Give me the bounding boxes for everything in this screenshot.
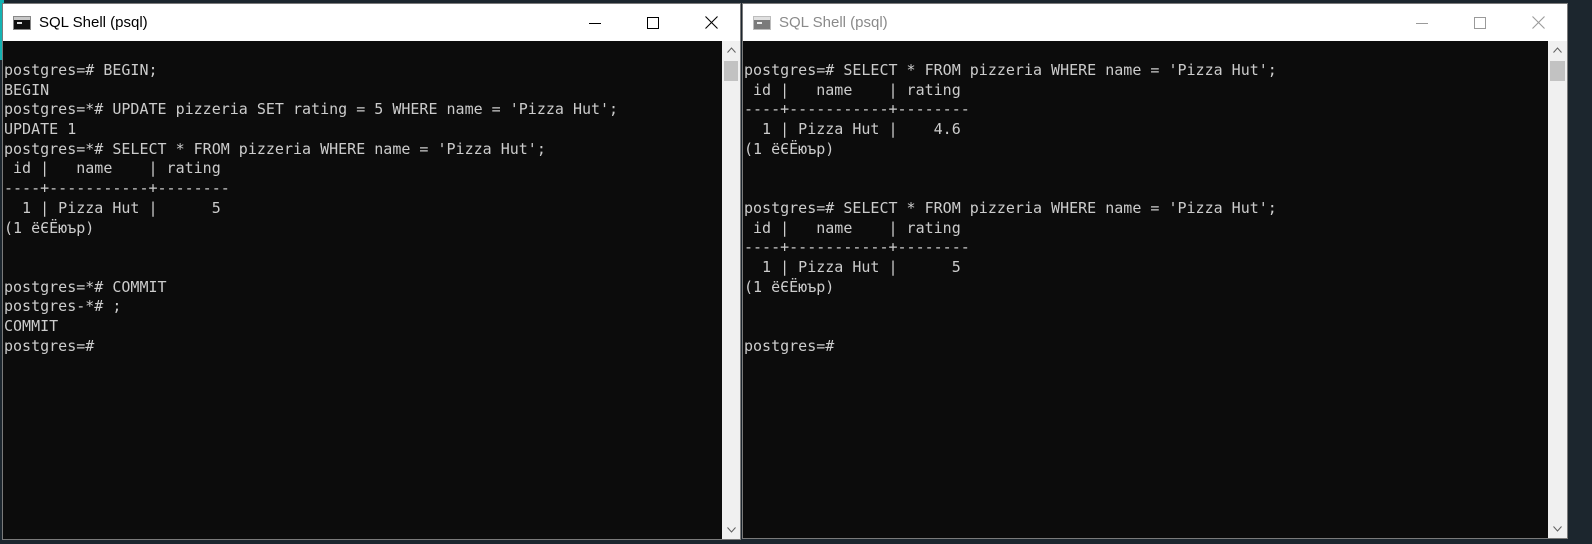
chevron-down-icon [726, 527, 736, 533]
close-icon [704, 16, 718, 29]
console-line: postgres=*# UPDATE pizzeria SET rating =… [4, 100, 619, 119]
psql-window-right[interactable]: SQL Shell (psql) postgres=# SELECT * FRO… [742, 3, 1568, 539]
console-line: id | name | rating [744, 218, 961, 237]
console-prompt-line[interactable]: postgres=# [4, 337, 722, 357]
console-line: COMMIT [4, 316, 59, 335]
scroll-up-button[interactable] [722, 41, 740, 59]
minimize-icon [589, 22, 601, 24]
console-output[interactable]: postgres=# BEGIN; BEGIN postgres=*# UPDATE… [3, 41, 722, 539]
close-icon [1531, 16, 1545, 29]
scroll-thumb[interactable] [724, 61, 738, 81]
maximize-button[interactable] [624, 4, 682, 41]
console-line: (1 ёЄЁюър) [4, 218, 95, 237]
minimize-button[interactable] [566, 4, 624, 41]
console-line: postgres=# SELECT * FROM pizzeria WHERE … [744, 61, 1277, 79]
close-button[interactable] [1509, 4, 1567, 41]
title-bar[interactable]: SQL Shell (psql) [3, 4, 740, 41]
console-line: postgres=# BEGIN; [4, 61, 158, 79]
console-line: postgres-*# ; [4, 297, 122, 316]
maximize-button[interactable] [1451, 4, 1509, 41]
console-app-icon[interactable] [753, 15, 771, 30]
console-line: UPDATE 1 [4, 120, 77, 139]
console-line: BEGIN [4, 80, 50, 99]
console-line: (1 ёЄЁюър) [744, 277, 835, 296]
maximize-icon [1474, 16, 1486, 29]
desktop: SQL Shell (psql) postgres=# BEGIN; BEGIN p… [0, 0, 1592, 544]
console-line: id | name | rating [4, 159, 221, 178]
minimize-button[interactable] [1393, 4, 1451, 41]
console-line: ----+-----------+-------- [744, 100, 970, 119]
console-line: id | name | rating [744, 80, 961, 99]
window-title: SQL Shell (psql) [39, 14, 148, 31]
console-line: postgres=*# COMMIT [4, 277, 167, 296]
scroll-up-button[interactable] [1548, 41, 1567, 59]
psql-window-left[interactable]: SQL Shell (psql) postgres=# BEGIN; BEGIN p… [2, 3, 741, 540]
console-line: 1 | Pizza Hut | 4.6 [744, 120, 961, 139]
console-line: 1 | Pizza Hut | 5 [744, 257, 961, 276]
chevron-up-icon [1553, 47, 1562, 53]
vertical-scrollbar[interactable] [1548, 41, 1567, 538]
maximize-icon [647, 16, 659, 29]
scroll-thumb[interactable] [1550, 61, 1565, 81]
console-line: 1 | Pizza Hut | 5 [4, 198, 221, 217]
scroll-down-button[interactable] [1548, 520, 1567, 538]
chevron-up-icon [726, 47, 736, 53]
close-button[interactable] [682, 4, 740, 41]
console-output[interactable]: postgres=# SELECT * FROM pizzeria WHERE … [743, 41, 1548, 538]
chevron-down-icon [1553, 526, 1562, 532]
console-line: postgres=*# SELECT * FROM pizzeria WHERE… [4, 139, 546, 158]
console-prompt-line[interactable]: postgres=# [744, 337, 1548, 357]
console-app-icon[interactable] [13, 15, 31, 30]
scroll-down-button[interactable] [722, 521, 740, 539]
console-line: ----+-----------+-------- [4, 179, 230, 198]
minimize-icon [1416, 22, 1428, 24]
vertical-scrollbar[interactable] [722, 41, 740, 539]
title-bar[interactable]: SQL Shell (psql) [743, 4, 1567, 41]
console-line: (1 ёЄЁюър) [744, 139, 835, 158]
console-line: postgres=# SELECT * FROM pizzeria WHERE … [744, 198, 1277, 217]
console-line: ----+-----------+-------- [744, 238, 970, 257]
window-title: SQL Shell (psql) [779, 14, 888, 31]
